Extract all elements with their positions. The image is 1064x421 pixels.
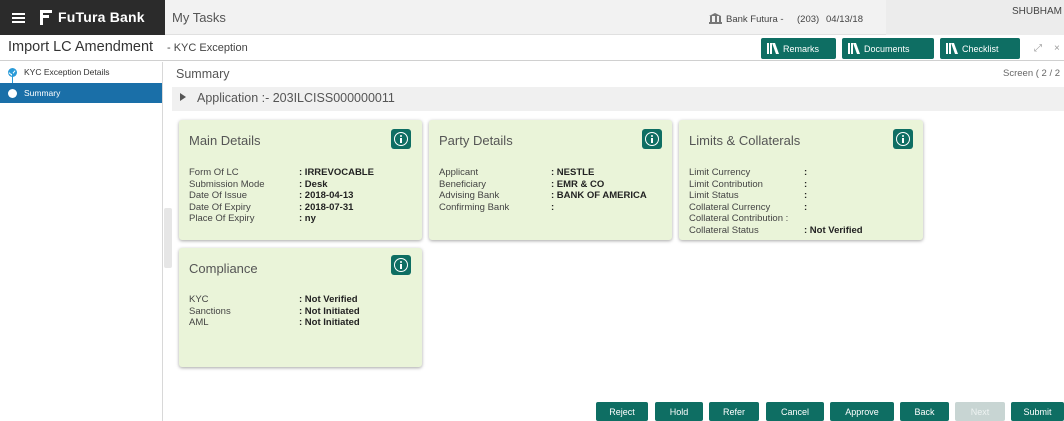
refer-button[interactable]: Refer (709, 402, 759, 421)
futura-logo-icon (40, 10, 52, 25)
application-number[interactable]: Application :- 203ILCISS000000011 (197, 91, 395, 105)
page-subtitle: - KYC Exception (167, 42, 248, 54)
current-step-icon (8, 88, 17, 98)
brand-name: FuTura Bank (58, 9, 145, 25)
page-title: Import LC Amendment (8, 39, 154, 55)
sidebar-item-summary[interactable]: Summary (0, 83, 162, 103)
remarks-icon (767, 43, 780, 54)
close-icon[interactable]: × (1054, 43, 1060, 54)
brand-area: FuTura Bank (0, 0, 165, 35)
my-tasks-link[interactable]: My Tasks (172, 10, 226, 25)
documents-label: Documents (864, 43, 910, 54)
party-details-card[interactable]: Party Details Applicant: NESTLE Benefici… (429, 120, 672, 240)
branch-code: (203) (797, 14, 820, 25)
sidebar-resize-handle[interactable] (164, 208, 172, 268)
info-icon[interactable] (391, 255, 411, 275)
card-title: Limits & Collaterals (689, 133, 801, 148)
cancel-button[interactable]: Cancel (766, 402, 824, 421)
remarks-button[interactable]: Remarks (761, 38, 836, 59)
checklist-button[interactable]: Checklist (940, 38, 1020, 59)
section-heading: Summary (176, 67, 230, 81)
main-details-card[interactable]: Main Details Form Of LC: IRREVOCABLE Sub… (179, 120, 422, 240)
sidebar: KYC Exception Details Summary (0, 62, 163, 421)
top-bar: FuTura Bank My Tasks Bank Futura - (203)… (0, 0, 1064, 35)
remarks-label: Remarks (783, 43, 820, 54)
back-button[interactable]: Back (900, 402, 949, 421)
submit-button[interactable]: Submit (1011, 402, 1064, 421)
compliance-card[interactable]: Compliance KYC: Not Verified Sanctions: … (179, 248, 422, 367)
bank-icon (709, 13, 722, 24)
next-button[interactable]: Next (955, 402, 1005, 421)
limits-collaterals-card[interactable]: Limits & Collaterals Limit Currency: Lim… (679, 120, 923, 240)
card-title: Party Details (439, 133, 513, 148)
info-icon[interactable] (893, 129, 913, 149)
card-title: Compliance (189, 261, 258, 276)
sidebar-item-label: KYC Exception Details (24, 67, 110, 77)
card-title: Main Details (189, 133, 261, 148)
expand-caret-icon[interactable] (180, 93, 186, 101)
user-name[interactable]: SHUBHAM (1012, 6, 1062, 17)
branch-date: 04/13/18 (826, 14, 863, 25)
sidebar-item-label: Summary (24, 88, 61, 98)
screen-indicator: Screen ( 2 / 2 (1003, 68, 1061, 79)
info-icon[interactable] (642, 129, 662, 149)
hold-button[interactable]: Hold (655, 402, 703, 421)
hamburger-menu-icon[interactable] (12, 13, 25, 23)
reject-button[interactable]: Reject (596, 402, 648, 421)
documents-button[interactable]: Documents (842, 38, 934, 59)
approve-button[interactable]: Approve (830, 402, 894, 421)
sidebar-item-kyc-exception-details[interactable]: KYC Exception Details (0, 62, 162, 82)
maximize-icon[interactable]: ⤢ (1034, 43, 1042, 54)
checklist-icon (946, 43, 959, 54)
documents-icon (848, 43, 861, 54)
title-bar: Import LC Amendment - KYC Exception Rema… (0, 35, 1064, 61)
checklist-label: Checklist (962, 43, 999, 54)
bank-name: Bank Futura - (726, 14, 784, 25)
info-icon[interactable] (391, 129, 411, 149)
